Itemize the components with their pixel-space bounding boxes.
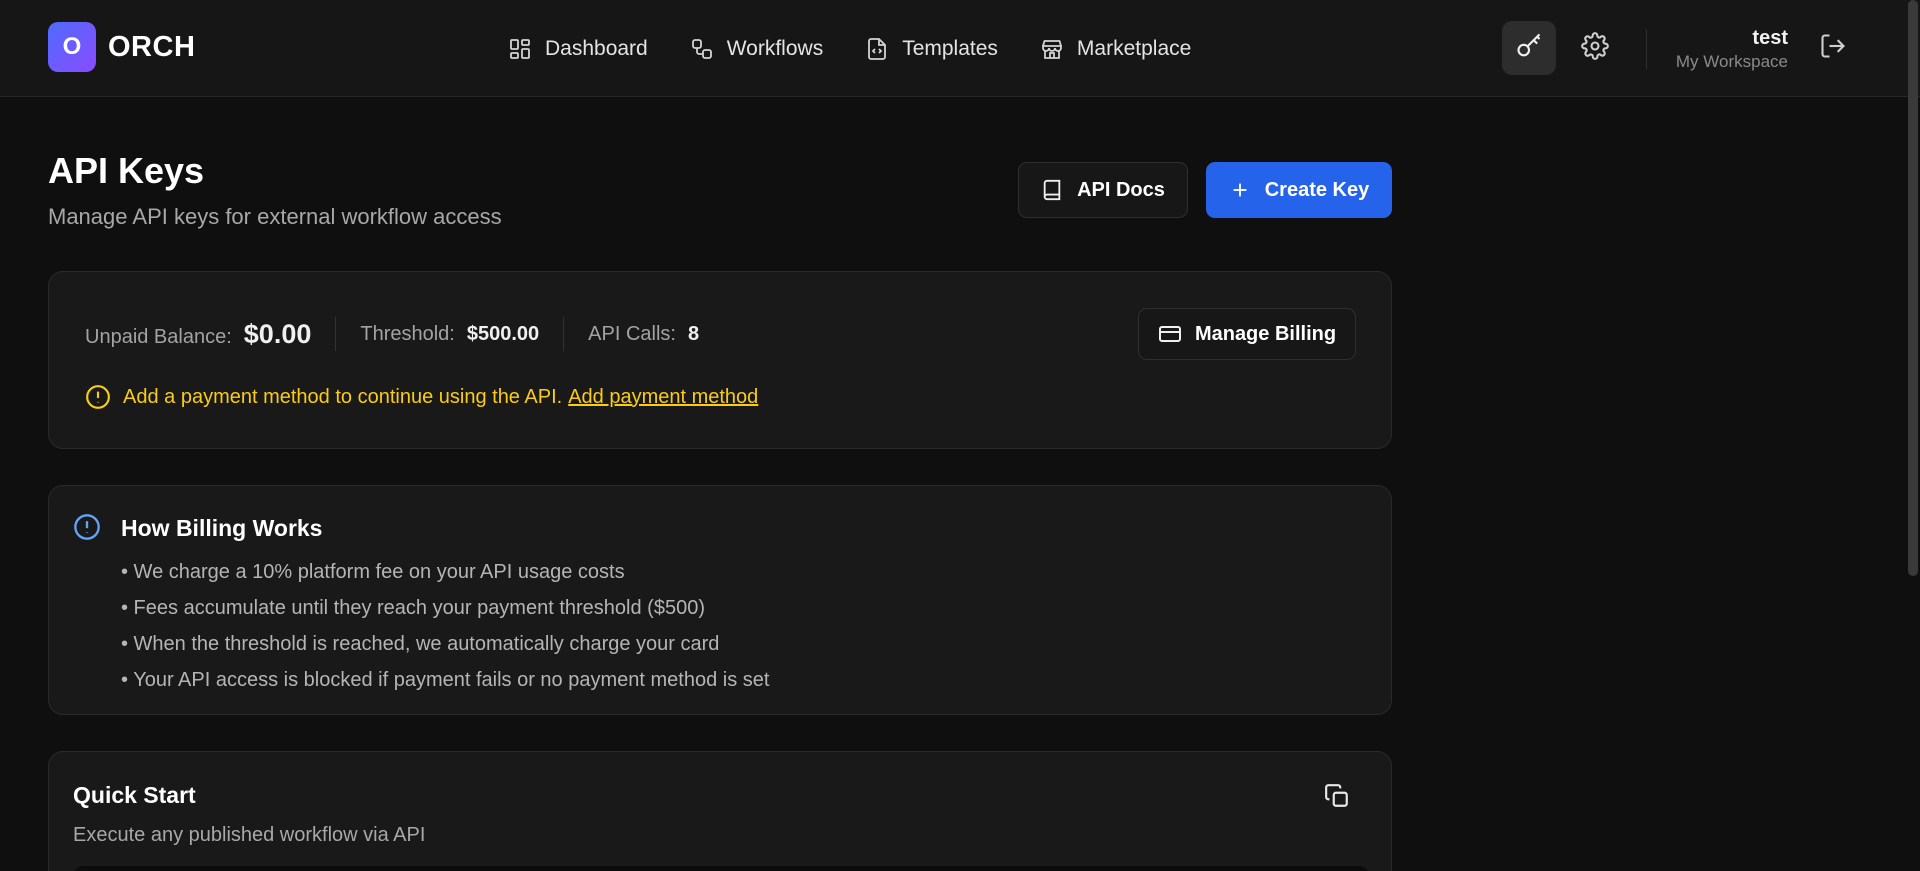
warning-text: Add a payment method to continue using t… — [123, 385, 563, 408]
how-billing-list: • We charge a 10% platform fee on your A… — [121, 554, 769, 698]
divider — [335, 317, 337, 351]
logout-button[interactable] — [1806, 21, 1860, 75]
logo[interactable]: O ORCH — [48, 22, 195, 72]
nav-dashboard[interactable]: Dashboard — [508, 37, 648, 61]
page-subtitle: Manage API keys for external workflow ac… — [48, 204, 502, 229]
key-icon — [1515, 32, 1543, 65]
code-block — [73, 866, 1369, 871]
workflow-icon — [690, 37, 714, 61]
nav-workflows[interactable]: Workflows — [690, 37, 823, 61]
plus-icon — [1229, 179, 1251, 201]
manage-billing-button[interactable]: Manage Billing — [1138, 308, 1356, 360]
logo-badge: O — [48, 22, 96, 72]
manage-billing-label: Manage Billing — [1194, 322, 1337, 345]
brand-name: ORCH — [108, 30, 196, 63]
nav-marketplace[interactable]: Marketplace — [1040, 37, 1191, 61]
quick-start-title: Quick Start — [73, 782, 196, 808]
add-payment-method-link[interactable]: Add payment method — [568, 386, 758, 409]
unpaid-balance-stat: Unpaid Balance: $0.00 — [85, 319, 311, 350]
nav-label: Templates — [902, 37, 998, 60]
api-docs-label: API Docs — [1077, 178, 1165, 201]
gear-icon — [1581, 31, 1609, 65]
stat-value: 8 — [687, 322, 700, 345]
create-key-label: Create Key — [1264, 178, 1370, 201]
info-icon — [73, 513, 101, 541]
quick-start-card: Quick Start Execute any published workfl… — [48, 751, 1392, 871]
threshold-stat: Threshold: $500.00 — [360, 323, 539, 346]
nav-templates[interactable]: Templates — [865, 37, 998, 61]
how-billing-card: How Billing Works • We charge a 10% plat… — [48, 485, 1392, 715]
create-key-button[interactable]: Create Key — [1206, 162, 1392, 218]
nav-label: Marketplace — [1076, 37, 1192, 60]
api-docs-button[interactable]: API Docs — [1018, 162, 1188, 218]
stat-value: $0.00 — [243, 318, 312, 349]
grid-icon — [508, 37, 532, 61]
book-icon — [1041, 179, 1063, 201]
stat-label: Unpaid Balance: — [85, 325, 232, 348]
list-item: • When the threshold is reached, we auto… — [121, 633, 720, 655]
api-keys-button[interactable] — [1502, 21, 1556, 75]
copy-icon — [1324, 783, 1350, 814]
main-nav: Dashboard Workflows Templates Marketplac… — [508, 30, 1191, 68]
billing-stats: Unpaid Balance: $0.00 Threshold: $500.00… — [85, 316, 699, 352]
nav-label: Workflows — [726, 37, 824, 60]
header-divider — [1646, 29, 1647, 69]
top-header: O ORCH Dashboard Workflows Templates Mar… — [0, 0, 1920, 97]
workspace-name: My Workspace — [1675, 52, 1788, 71]
page-title: API Keys — [48, 150, 205, 191]
api-calls-stat: API Calls: 8 — [588, 323, 699, 346]
logout-icon — [1819, 32, 1847, 65]
stat-label: Threshold: — [360, 322, 455, 345]
billing-card: Unpaid Balance: $0.00 Threshold: $500.00… — [48, 271, 1392, 449]
user-info[interactable]: test My Workspace — [1676, 26, 1788, 74]
list-item: • We charge a 10% platform fee on your A… — [121, 561, 625, 583]
quick-start-subtitle: Execute any published workflow via API — [73, 824, 426, 846]
alert-circle-icon — [85, 384, 111, 410]
stat-label: API Calls: — [588, 322, 676, 345]
store-icon — [1040, 37, 1064, 61]
copy-button[interactable] — [1319, 780, 1355, 816]
scrollbar[interactable] — [1908, 0, 1918, 576]
how-billing-title: How Billing Works — [121, 515, 323, 541]
credit-card-icon — [1158, 322, 1182, 346]
user-name: test — [1752, 27, 1788, 49]
stat-value: $500.00 — [466, 322, 540, 345]
list-item: • Fees accumulate until they reach your … — [121, 597, 705, 619]
list-item: • Your API access is blocked if payment … — [121, 669, 770, 691]
divider — [563, 317, 565, 351]
settings-button[interactable] — [1568, 21, 1622, 75]
file-code-icon — [865, 37, 889, 61]
payment-warning: Add a payment method to continue using t… — [85, 384, 758, 410]
nav-label: Dashboard — [545, 37, 648, 60]
